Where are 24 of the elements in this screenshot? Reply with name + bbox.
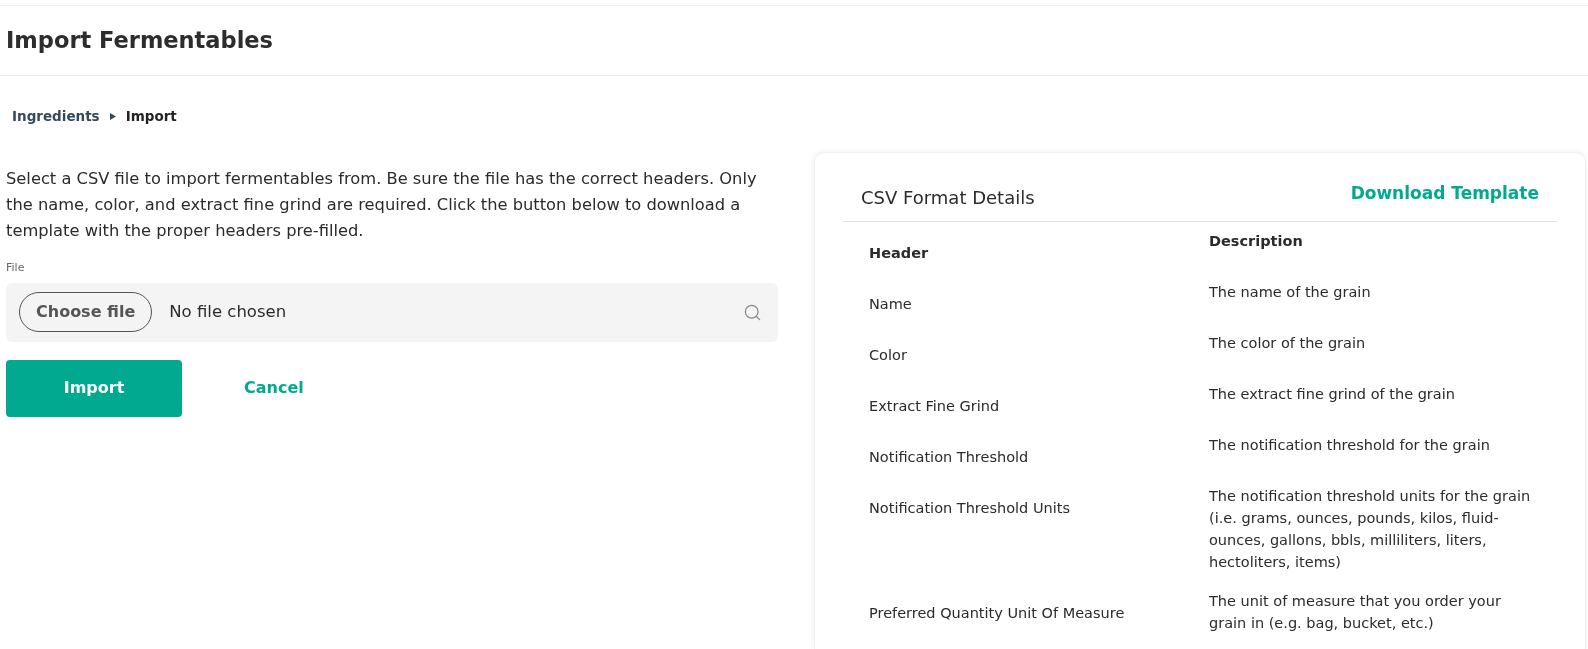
table-cell-text: Color — [869, 346, 907, 365]
breadcrumb-current: Import — [125, 106, 177, 126]
file-label: File — [6, 260, 25, 276]
table-cell-text: The notification threshold units for the grain (i.e. grams, ounces, pounds, kilos, fluid-ounces, gallons, bbls, milliliters, liters, hectoliters, items) — [1209, 487, 1532, 572]
table-cell-text: The name of the grain — [1209, 283, 1372, 302]
search-icon — [743, 302, 762, 322]
intro-text: Select a CSV file to import fermentables from. Be sure the file has the correct headers. Only the name, color, and extract fine grind are required. Click the button below to download a template with the proper headers pre-filled. — [6, 168, 758, 242]
table-cell-text: The notification threshold for the grain — [1209, 436, 1491, 455]
table-cell-text: The color of the grain — [1209, 334, 1367, 353]
table-header-cell-text: Header — [869, 244, 929, 263]
breadcrumb-link[interactable]: Ingredients — [12, 105, 100, 127]
table-cell-text: The unit of measure that you order your grain in (e.g. bag, bucket, etc.) — [1209, 592, 1502, 633]
file-input[interactable]: Choose file No file chosen — [6, 282, 778, 342]
file-input-value: No file chosen — [169, 300, 287, 323]
caret-right-icon — [109, 112, 116, 120]
table-cell-text: Notification Threshold Units — [869, 499, 1070, 518]
table-cell-text: Name — [869, 295, 912, 314]
table-cell-text: Extract Fine Grind — [869, 397, 1000, 416]
card-title: CSV Format Details — [861, 187, 1035, 209]
page-title: Import Fermentables — [6, 25, 273, 55]
table-cell-text: Preferred Quantity Unit Of Measure — [869, 604, 1125, 623]
table-cell-text: The extract fine grind of the grain — [1209, 385, 1456, 404]
table-cell-text: Notification Threshold — [869, 448, 1029, 467]
table-header-cell-text: Description — [1209, 232, 1303, 251]
